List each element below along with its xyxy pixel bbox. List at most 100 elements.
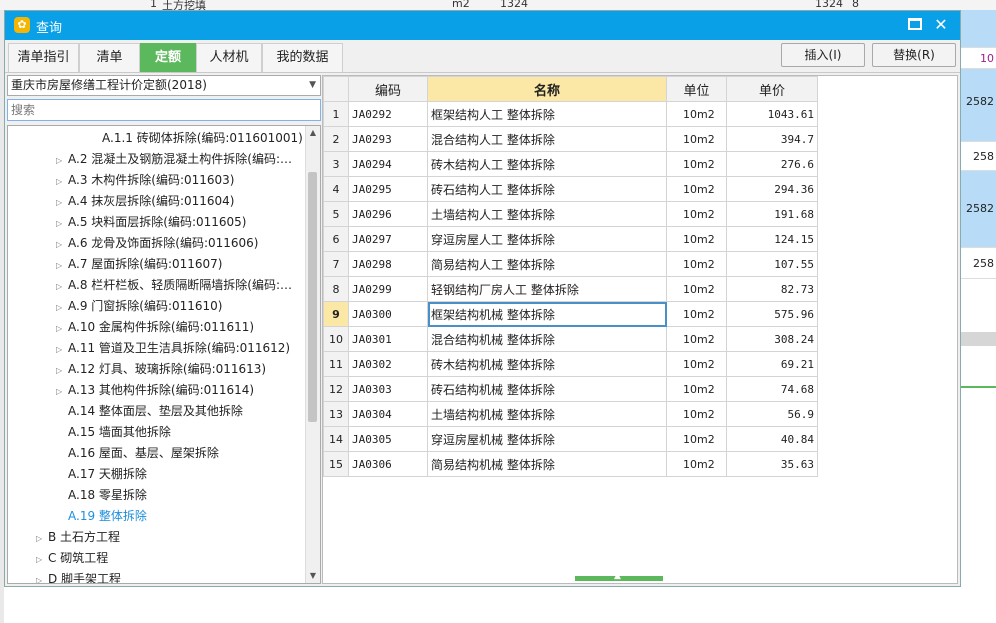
header-price[interactable]: 单价 [726, 76, 818, 102]
cell-name[interactable]: 穿逗房屋人工 整体拆除 [427, 226, 667, 252]
maximize-button[interactable] [904, 14, 926, 36]
cell-name[interactable]: 砖木结构机械 整体拆除 [427, 351, 667, 377]
expand-arrow-icon[interactable]: ▷ [36, 528, 48, 549]
expand-arrow-icon[interactable]: ▷ [56, 213, 68, 234]
cell-unit[interactable]: 10m2 [666, 101, 727, 127]
scroll-down-icon[interactable]: ▼ [306, 569, 320, 583]
cell-code[interactable]: JA0304 [348, 401, 428, 427]
cell-code[interactable]: JA0293 [348, 126, 428, 152]
cell-price[interactable]: 191.68 [726, 201, 818, 227]
cell-name[interactable]: 土墙结构机械 整体拆除 [427, 401, 667, 427]
cell-code[interactable]: JA0296 [348, 201, 428, 227]
cell-unit[interactable]: 10m2 [666, 351, 727, 377]
row-number[interactable]: 10 [323, 326, 349, 352]
table-row[interactable]: 13 JA0304 土墙结构机械 整体拆除 10m2 56.9 [323, 401, 818, 427]
table-row[interactable]: 3 JA0294 砖木结构人工 整体拆除 10m2 276.6 [323, 151, 818, 177]
table-row[interactable]: 6 JA0297 穿逗房屋人工 整体拆除 10m2 124.15 [323, 226, 818, 252]
cell-unit[interactable]: 10m2 [666, 426, 727, 452]
search-input[interactable] [7, 99, 321, 121]
tree-item[interactable]: A.17 天棚拆除 [56, 464, 147, 485]
scroll-thumb[interactable] [308, 172, 317, 422]
cell-code[interactable]: JA0298 [348, 251, 428, 277]
table-row[interactable]: 9 JA0300 框架结构机械 整体拆除 10m2 575.96 [323, 301, 818, 327]
cell-price[interactable]: 575.96 [726, 301, 818, 327]
tree-item[interactable]: ▷ C 砌筑工程 [36, 548, 108, 569]
close-button[interactable]: ✕ [930, 14, 952, 36]
cell-name[interactable]: 轻钢结构厂房人工 整体拆除 [427, 276, 667, 302]
header-name[interactable]: 名称 [427, 76, 667, 102]
tab-labor-material-machine[interactable]: 人材机 [196, 43, 262, 72]
cell-unit[interactable]: 10m2 [666, 126, 727, 152]
row-number[interactable]: 9 [323, 301, 349, 327]
tree-item[interactable]: A.14 整体面层、垫层及其他拆除 [56, 401, 243, 422]
cell-unit[interactable]: 10m2 [666, 251, 727, 277]
row-number[interactable]: 4 [323, 176, 349, 202]
table-row[interactable]: 7 JA0298 简易结构人工 整体拆除 10m2 107.55 [323, 251, 818, 277]
cell-price[interactable]: 69.21 [726, 351, 818, 377]
tree-item[interactable]: ▷ A.3 木构件拆除(编码:011603) [56, 170, 234, 191]
cell-code[interactable]: JA0292 [348, 101, 428, 127]
table-row[interactable]: 10 JA0301 混合结构机械 整体拆除 10m2 308.24 [323, 326, 818, 352]
quota-library-select[interactable]: 重庆市房屋修缮工程计价定额(2018) ▼ [7, 75, 321, 96]
cell-price[interactable]: 308.24 [726, 326, 818, 352]
cell-price[interactable]: 276.6 [726, 151, 818, 177]
row-number[interactable]: 12 [323, 376, 349, 402]
tab-list-guide[interactable]: 清单指引 [8, 43, 79, 72]
table-row[interactable]: 1 JA0292 框架结构人工 整体拆除 10m2 1043.61 [323, 101, 818, 127]
row-number[interactable]: 14 [323, 426, 349, 452]
cell-code[interactable]: JA0306 [348, 451, 428, 477]
splitter-handle[interactable]: ▲ [575, 571, 663, 581]
cell-unit[interactable]: 10m2 [666, 226, 727, 252]
row-number[interactable]: 8 [323, 276, 349, 302]
expand-arrow-icon[interactable]: ▷ [36, 549, 48, 570]
expand-arrow-icon[interactable]: ▷ [56, 234, 68, 255]
tree-item[interactable]: ▷ A.13 其他构件拆除(编码:011614) [56, 380, 254, 401]
cell-name[interactable]: 简易结构机械 整体拆除 [427, 451, 667, 477]
expand-arrow-icon[interactable]: ▷ [56, 360, 68, 381]
cell-unit[interactable]: 10m2 [666, 326, 727, 352]
cell-unit[interactable]: 10m2 [666, 301, 727, 327]
cell-code[interactable]: JA0300 [348, 301, 428, 327]
expand-arrow-icon[interactable]: ▷ [56, 339, 68, 360]
table-row[interactable]: 11 JA0302 砖木结构机械 整体拆除 10m2 69.21 [323, 351, 818, 377]
cell-unit[interactable]: 10m2 [666, 276, 727, 302]
expand-arrow-icon[interactable]: ▷ [36, 570, 48, 583]
expand-arrow-icon[interactable]: ▷ [56, 192, 68, 213]
row-number[interactable]: 2 [323, 126, 349, 152]
table-row[interactable]: 14 JA0305 穿逗房屋机械 整体拆除 10m2 40.84 [323, 426, 818, 452]
cell-unit[interactable]: 10m2 [666, 201, 727, 227]
cell-price[interactable]: 74.68 [726, 376, 818, 402]
cell-price[interactable]: 35.63 [726, 451, 818, 477]
expand-arrow-icon[interactable]: ▷ [56, 276, 68, 297]
cell-code[interactable]: JA0301 [348, 326, 428, 352]
tree-item[interactable]: ▷ A.12 灯具、玻璃拆除(编码:011613) [56, 359, 266, 380]
cell-name[interactable]: 土墙结构人工 整体拆除 [427, 201, 667, 227]
tree-item[interactable]: ▷ A.5 块料面层拆除(编码:011605) [56, 212, 246, 233]
tree-item[interactable]: ▷ B 土石方工程 [36, 527, 120, 548]
row-number[interactable]: 5 [323, 201, 349, 227]
cell-name[interactable]: 混合结构机械 整体拆除 [427, 326, 667, 352]
tree-scrollbar[interactable]: ▲ ▼ [305, 126, 320, 583]
tree-item[interactable]: A.18 零星拆除 [56, 485, 147, 506]
cell-price[interactable]: 394.7 [726, 126, 818, 152]
cell-name[interactable]: 简易结构人工 整体拆除 [427, 251, 667, 277]
dialog-title-bar[interactable]: ✿ 查询 ✕ [5, 11, 960, 40]
cell-name[interactable]: 砖石结构人工 整体拆除 [427, 176, 667, 202]
row-number[interactable]: 6 [323, 226, 349, 252]
tree-item[interactable]: A.15 墙面其他拆除 [56, 422, 171, 443]
row-number[interactable]: 11 [323, 351, 349, 377]
tree-item[interactable]: A.1.1 砖砌体拆除(编码:011601001) [90, 128, 303, 149]
cell-code[interactable]: JA0302 [348, 351, 428, 377]
expand-arrow-icon[interactable]: ▷ [56, 297, 68, 318]
cell-name[interactable]: 砖石结构机械 整体拆除 [427, 376, 667, 402]
cell-code[interactable]: JA0297 [348, 226, 428, 252]
cell-code[interactable]: JA0295 [348, 176, 428, 202]
header-unit[interactable]: 单位 [666, 76, 727, 102]
replace-button[interactable]: 替换(R) [872, 43, 956, 67]
cell-price[interactable]: 56.9 [726, 401, 818, 427]
row-number[interactable]: 1 [323, 101, 349, 127]
row-number[interactable]: 7 [323, 251, 349, 277]
cell-name[interactable]: 框架结构机械 整体拆除 [427, 301, 667, 327]
cell-price[interactable]: 124.15 [726, 226, 818, 252]
cell-unit[interactable]: 10m2 [666, 451, 727, 477]
